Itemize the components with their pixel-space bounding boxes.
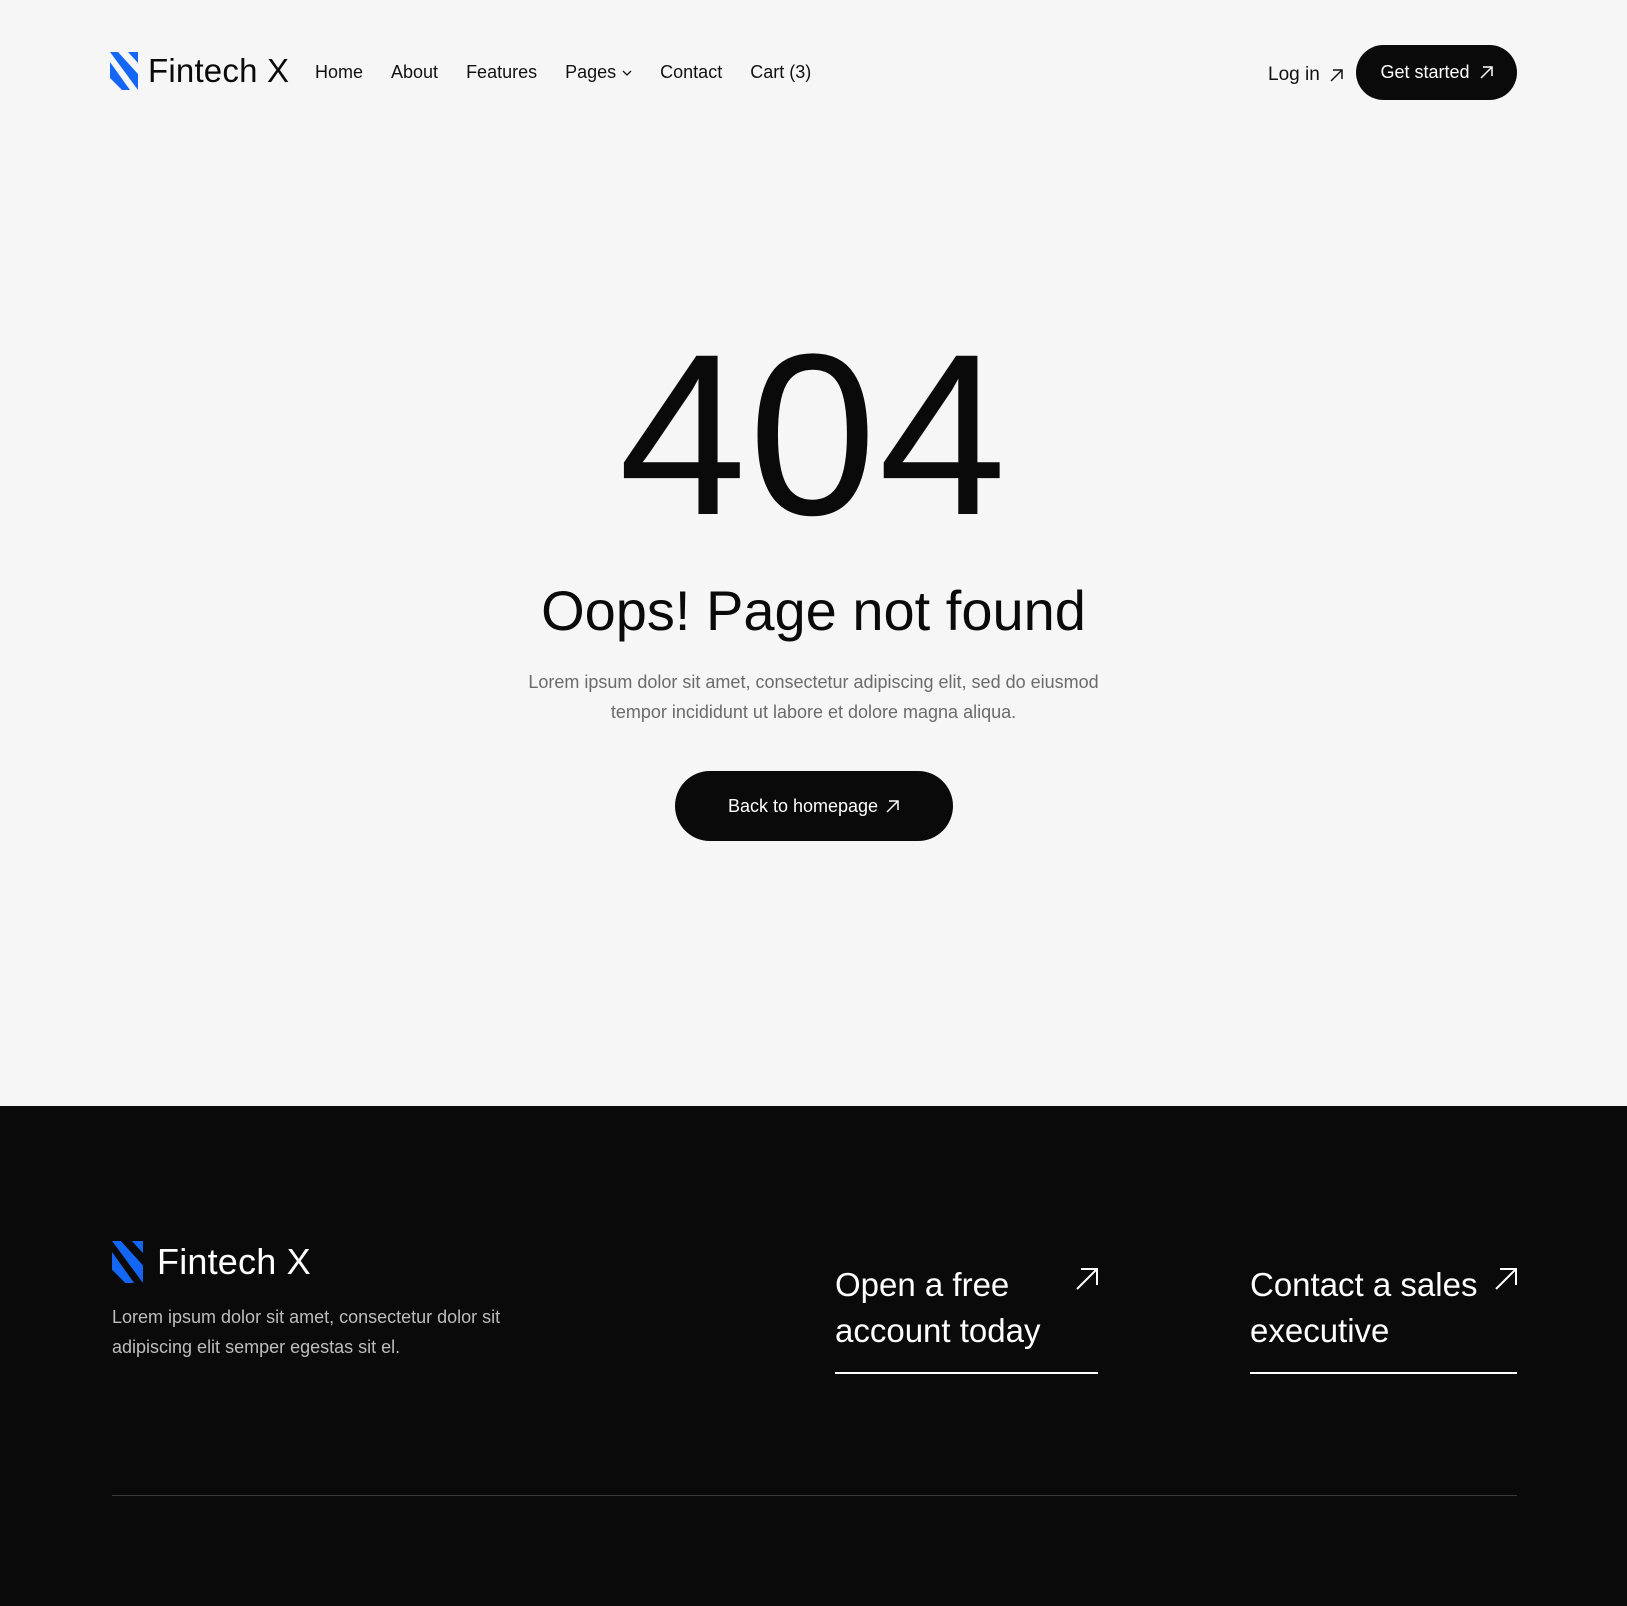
error-description: Lorem ipsum dolor sit amet, consectetur … bbox=[528, 672, 1099, 722]
nav-item-features[interactable]: Features bbox=[466, 62, 537, 83]
contact-sales-label: Contact a sales executive bbox=[1250, 1266, 1478, 1349]
footer-description: Lorem ipsum dolor sit amet, consectetur … bbox=[112, 1307, 501, 1357]
nav-item-pages[interactable]: Pages bbox=[565, 62, 632, 83]
site-header: Fintech X Home About Features Pages Cont… bbox=[0, 0, 1627, 150]
not-found-section: 404 Oops! Page not found Lorem ipsum dol… bbox=[0, 300, 1627, 841]
arrow-up-right-icon bbox=[1330, 68, 1343, 82]
arrow-up-right-icon bbox=[886, 799, 899, 813]
footer-divider bbox=[112, 1495, 1517, 1496]
back-to-homepage-label: Back to homepage bbox=[727, 795, 879, 816]
open-account-link[interactable]: Open a free account today bbox=[835, 1262, 1098, 1374]
footer-brand-name: Fintech X bbox=[157, 1241, 311, 1282]
back-to-homepage-button[interactable]: Back to homepage bbox=[674, 771, 953, 841]
nav-item-cart[interactable]: Cart (3) bbox=[750, 62, 811, 83]
footer-brand-logo[interactable]: Fintech X bbox=[112, 1241, 311, 1283]
brand-mark-icon bbox=[112, 1241, 143, 1283]
nav-item-pages-label: Pages bbox=[565, 62, 617, 82]
brand-name: Fintech X bbox=[148, 52, 290, 89]
get-started-button[interactable]: Get started bbox=[1356, 45, 1517, 100]
error-code: 404 bbox=[618, 306, 1009, 563]
site-footer: Fintech X Lorem ipsum dolor sit amet, co… bbox=[0, 1106, 1627, 1606]
brand-mark-icon bbox=[110, 52, 138, 90]
login-label: Log in bbox=[1268, 64, 1320, 85]
nav-item-home[interactable]: Home bbox=[315, 62, 363, 83]
nav-item-about[interactable]: About bbox=[391, 62, 438, 83]
arrow-up-right-icon bbox=[1495, 1268, 1517, 1290]
chevron-down-icon bbox=[622, 70, 632, 76]
main-nav: Home About Features Pages Contact Cart (… bbox=[315, 62, 839, 83]
contact-sales-link[interactable]: Contact a sales executive bbox=[1250, 1262, 1517, 1374]
nav-item-contact[interactable]: Contact bbox=[660, 62, 722, 83]
open-account-label: Open a free account today bbox=[835, 1266, 1041, 1349]
arrow-up-right-icon bbox=[1479, 66, 1493, 79]
page-title: Oops! Page not found bbox=[541, 579, 1086, 642]
page: Fintech X Home About Features Pages Cont… bbox=[0, 0, 1627, 1606]
login-link[interactable]: Log in bbox=[1268, 64, 1343, 86]
brand-logo[interactable]: Fintech X bbox=[110, 52, 289, 90]
get-started-label: Get started bbox=[1380, 62, 1470, 82]
arrow-up-right-icon bbox=[1076, 1268, 1098, 1290]
